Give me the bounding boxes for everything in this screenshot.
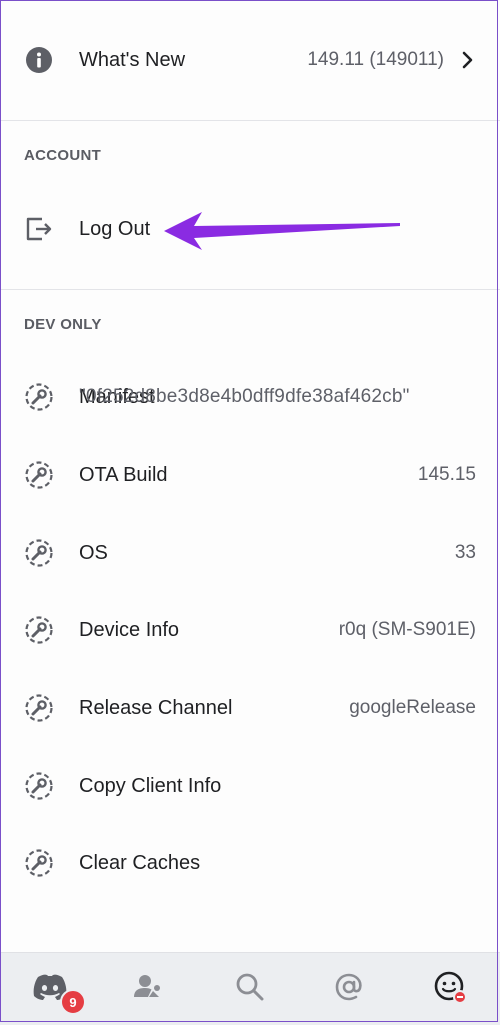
wrench-icon <box>24 382 54 412</box>
nav-friends-button[interactable] <box>125 967 169 1011</box>
device-info-value: r0q (SM-S901E) <box>338 619 476 640</box>
account-section-title: ACCOUNT <box>24 147 102 164</box>
logout-label: Log Out <box>79 217 151 240</box>
annotation-arrow-icon <box>164 212 400 250</box>
os-value: 33 <box>454 542 476 563</box>
release-channel-value: googleRelease <box>349 697 476 718</box>
os-label: OS <box>79 541 108 564</box>
device-info-label: Device Info <box>79 618 180 641</box>
clear-caches-row[interactable]: Clear Caches <box>0 824 500 902</box>
clear-caches-label: Clear Caches <box>79 851 201 874</box>
app-version-value: 149.11 (149011) <box>307 49 444 70</box>
wrench-icon <box>24 538 54 568</box>
divider <box>0 289 500 290</box>
release-channel-row[interactable]: Release Channel googleRelease <box>0 669 500 747</box>
wrench-icon <box>24 693 54 723</box>
manifest-row[interactable]: Manifest "0f252d8be3d8e4b0dff9dfe38af462… <box>0 358 500 436</box>
dev-only-section-title: DEV ONLY <box>24 316 102 333</box>
manifest-value: "0f252d8be3d8e4b0dff9dfe38af462cb" <box>79 386 410 407</box>
wrench-icon <box>24 848 54 878</box>
search-icon <box>235 972 265 1007</box>
logout-icon <box>24 214 54 244</box>
profile-icon <box>433 970 467 1009</box>
chevron-right-icon <box>460 50 476 70</box>
divider <box>0 120 500 121</box>
wrench-icon <box>24 771 54 801</box>
notification-badge: 9 <box>60 989 86 1015</box>
copy-client-info-row[interactable]: Copy Client Info <box>0 747 500 825</box>
ota-build-row[interactable]: OTA Build 145.15 <box>0 436 500 514</box>
release-channel-label: Release Channel <box>79 696 233 719</box>
info-icon <box>24 45 54 75</box>
ota-build-label: OTA Build <box>79 463 168 486</box>
nav-profile-button[interactable] <box>428 967 472 1011</box>
nav-search-button[interactable] <box>228 967 272 1011</box>
mentions-icon <box>334 972 364 1007</box>
wrench-icon <box>24 615 54 645</box>
ota-build-value: 145.15 <box>417 464 476 485</box>
friends-icon <box>132 972 162 1007</box>
device-info-row[interactable]: Device Info r0q (SM-S901E) <box>0 591 500 669</box>
os-row[interactable]: OS 33 <box>0 514 500 592</box>
whats-new-row[interactable]: What's New 149.11 (149011) <box>0 21 500 99</box>
copy-client-info-label: Copy Client Info <box>79 774 222 797</box>
whats-new-label: What's New <box>79 48 186 71</box>
wrench-icon <box>24 460 54 490</box>
nav-mentions-button[interactable] <box>327 967 371 1011</box>
